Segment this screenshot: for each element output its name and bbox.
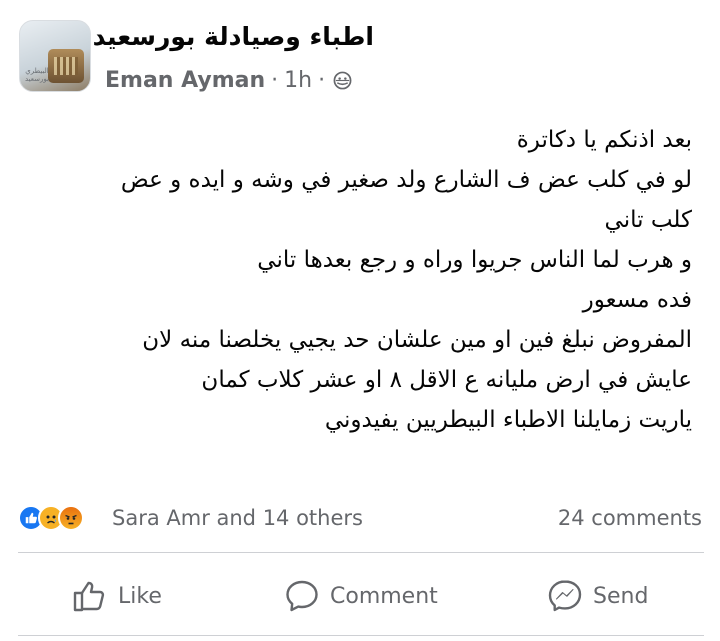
post-line: عايش في ارض مليانه ع الاقل ٨ او عشر كلاب… — [201, 367, 692, 393]
send-label: Send — [593, 583, 649, 609]
comment-icon — [286, 580, 318, 612]
group-name[interactable]: اطباء وصيادلة بورسعيد — [93, 22, 374, 51]
post-line: و هرب لما الناس جريوا وراه و رجع بعدها ت… — [257, 247, 692, 273]
reactions-bar: Sara Amr and 14 others 24 comments — [18, 505, 704, 535]
comment-label: Comment — [330, 583, 438, 609]
post-line: المفروض نبلغ فين او مين علشان حد يجيي يخ… — [142, 327, 692, 353]
thumbs-up-icon — [73, 581, 105, 612]
post-line: بعد اذنكم يا دكاترة — [516, 127, 692, 153]
globe-icon[interactable] — [333, 71, 352, 90]
comments-count[interactable]: 24 comments — [558, 506, 702, 530]
meta-separator: · — [318, 68, 326, 93]
post-line: لو في كلب عض ف الشارع ولد صغير في وشه و … — [120, 167, 692, 193]
comment-button[interactable]: Comment — [284, 576, 438, 616]
author-name[interactable]: Eman Ayman — [105, 68, 265, 93]
post-line: كلب تاني — [604, 207, 692, 233]
reactions-summary[interactable]: Sara Amr and 14 others — [112, 506, 363, 530]
meta-separator: · — [271, 68, 279, 93]
post-text: بعد اذنكم يا دكاترة لو في كلب عض ف الشار… — [12, 120, 692, 440]
post-meta: Eman Ayman · 1h · — [105, 68, 352, 93]
like-button[interactable]: Like — [72, 576, 162, 616]
messenger-icon — [548, 580, 582, 612]
angry-icon — [58, 505, 84, 531]
divider — [18, 635, 704, 636]
like-label: Like — [118, 583, 162, 609]
divider — [18, 552, 704, 553]
post-line: ياريت زمايلنا الاطباء البيطريين يفيدوني — [324, 407, 692, 433]
reaction-icons[interactable] — [18, 505, 84, 531]
group-avatar-text: البيطري بورسعيد — [25, 67, 49, 83]
post-time[interactable]: 1h — [284, 68, 312, 93]
action-bar: Like Comment Send — [0, 566, 720, 626]
post-line: فده مسعور — [582, 287, 692, 313]
send-button[interactable]: Send — [547, 576, 648, 616]
group-avatar[interactable]: البيطري بورسعيد — [19, 20, 91, 92]
group-avatar-photo — [48, 49, 84, 83]
post-header: البيطري بورسعيد اطباء وصيادلة بورسعيد Em… — [0, 0, 720, 110]
